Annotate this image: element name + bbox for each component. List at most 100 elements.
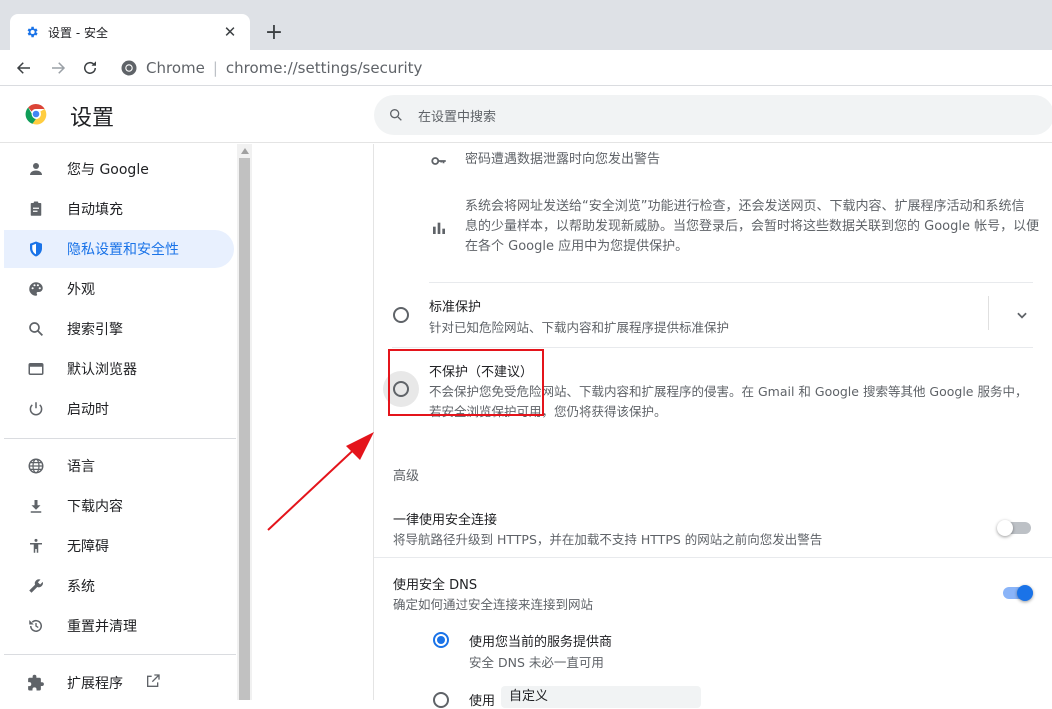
- tab-title: 设置 - 安全: [48, 25, 108, 40]
- annotation-arrow-icon: [267, 432, 374, 531]
- scroll-thumb[interactable]: [239, 158, 250, 700]
- new-tab-button[interactable]: +: [262, 20, 286, 45]
- dns-custom-radio[interactable]: [433, 692, 449, 708]
- tab-settings-security[interactable]: 设置 - 安全 ✕: [10, 14, 250, 50]
- security-settings-card: 密码遭遇数据泄露时向您发出警告 系统会将网址发送给“安全浏览”功能进行检查，还会…: [373, 144, 1052, 709]
- divider: [392, 347, 1033, 348]
- sidebar-item-label: 默认浏览器: [67, 362, 137, 378]
- sidebar-item-system[interactable]: 系统: [4, 567, 234, 605]
- scroll-up-arrow-icon[interactable]: [237, 144, 252, 158]
- close-tab-icon[interactable]: ✕: [220, 22, 240, 42]
- search-icon: [390, 109, 402, 121]
- arrow-left-icon: [16, 62, 30, 74]
- address-bar[interactable]: Chrome | chrome://settings/security: [112, 53, 1052, 83]
- bar-chart-icon: [431, 220, 447, 240]
- omnibox-separator: |: [212, 59, 218, 77]
- restore-icon: [26, 616, 46, 636]
- dns-current-provider-desc: 安全 DNS 未必一直可用: [469, 655, 604, 670]
- advanced-heading: 高级: [393, 469, 420, 484]
- search-icon: [26, 319, 46, 339]
- safe-browsing-desc-line3: 在各个 Google 应用中为您提供保护。: [465, 239, 689, 254]
- divider: [429, 282, 1033, 283]
- shield-icon: [26, 239, 46, 259]
- sidebar-item-label: 扩展程序: [67, 676, 123, 692]
- sidebar-item-downloads[interactable]: 下载内容: [4, 487, 234, 525]
- open-in-new-icon: [145, 673, 161, 693]
- https-desc: 将导航路径升级到 HTTPS，并在加载不支持 HTTPS 的网站之前向您发出警告: [393, 532, 823, 547]
- sidebar-item-label: 系统: [67, 579, 95, 595]
- sidebar-item-label: 下载内容: [67, 499, 123, 515]
- settings-search[interactable]: 在设置中搜索: [374, 95, 1052, 135]
- forward-button[interactable]: [46, 56, 70, 80]
- browser-toolbar: Chrome | chrome://settings/security: [0, 50, 1052, 86]
- sidebar-item-appearance[interactable]: 外观: [4, 270, 234, 308]
- sidebar-item-label: 隐私设置和安全性: [67, 242, 179, 258]
- secure-dns-desc: 确定如何通过安全连接来连接到网站: [393, 597, 594, 612]
- https-title: 一律使用安全连接: [393, 513, 498, 528]
- sidebar-item-accessibility[interactable]: 无障碍: [4, 527, 234, 565]
- sidebar-item-label: 您与 Google: [67, 162, 149, 178]
- divider: [374, 557, 1052, 558]
- sidebar-item-default-browser[interactable]: 默认浏览器: [4, 350, 234, 388]
- sidebar-item-search-engine[interactable]: 搜索引擎: [4, 310, 234, 348]
- sidebar-item-you-and-google[interactable]: 您与 Google: [4, 150, 234, 188]
- reload-icon: [84, 61, 96, 74]
- sidebar-item-reset[interactable]: 重置并清理: [4, 607, 234, 645]
- sidebar-item-label: 语言: [67, 459, 95, 475]
- sidebar-item-label: 启动时: [67, 402, 109, 418]
- sidebar-item-languages[interactable]: 语言: [4, 447, 234, 485]
- omnibox-url[interactable]: chrome://settings/security: [226, 59, 423, 77]
- gear-icon: [24, 24, 40, 40]
- accessibility-icon: [26, 536, 46, 556]
- sidebar-item-label: 无障碍: [67, 539, 109, 555]
- settings-header: 设置 在设置中搜索: [0, 87, 1052, 143]
- omnibox-brand: Chrome: [146, 59, 205, 77]
- search-input[interactable]: 在设置中搜索: [418, 106, 496, 125]
- reload-button[interactable]: [78, 56, 102, 80]
- vertical-divider: [988, 296, 989, 330]
- clipboard-icon: [26, 199, 46, 219]
- main-gutter: [252, 144, 373, 700]
- toggle-knob: [997, 520, 1013, 536]
- sidebar-item-label: 重置并清理: [67, 619, 137, 635]
- safe-browsing-desc-line1: 系统会将网址发送给“安全浏览”功能进行检查，还会发送网页、下载内容、扩展程序活动…: [465, 199, 1025, 214]
- tab-strip: 设置 - 安全 ✕ +: [0, 0, 1052, 50]
- standard-protection-title: 标准保护: [429, 300, 482, 315]
- sidebar-divider: [4, 438, 236, 439]
- puzzle-icon: [26, 673, 46, 693]
- dns-provider-select-value: 自定义: [509, 689, 549, 704]
- back-button[interactable]: [12, 56, 36, 80]
- download-icon: [26, 496, 46, 516]
- sidebar-scrollbar[interactable]: [237, 144, 252, 700]
- sidebar-item-label: 自动填充: [67, 202, 123, 218]
- sidebar-item-label: 搜索引擎: [67, 322, 123, 338]
- standard-protection-radio[interactable]: [393, 307, 409, 323]
- password-warning-text: 密码遭遇数据泄露时向您发出警告: [465, 152, 661, 167]
- wrench-icon: [26, 576, 46, 596]
- toggle-knob: [1017, 585, 1033, 601]
- sidebar-divider: [4, 654, 236, 655]
- dns-current-provider-radio[interactable]: [433, 632, 449, 648]
- sidebar-item-autofill[interactable]: 自动填充: [4, 190, 234, 228]
- sidebar-item-privacy-security[interactable]: 隐私设置和安全性: [4, 230, 234, 268]
- arrow-right-icon: [52, 62, 66, 74]
- dns-provider-select[interactable]: 自定义: [501, 686, 701, 708]
- settings-sidebar: 您与 Google 自动填充 隐私设置和安全性 外观 搜索引擎 默认浏览器 启动…: [0, 144, 236, 700]
- power-icon: [26, 399, 46, 419]
- sidebar-item-extensions[interactable]: 扩展程序: [4, 664, 234, 702]
- annotation-highlight-box: [388, 349, 544, 416]
- palette-icon: [26, 279, 46, 299]
- dns-current-provider-title: 使用您当前的服务提供商: [469, 635, 613, 650]
- page-title: 设置: [70, 106, 115, 131]
- chevron-down-icon[interactable]: [1015, 307, 1029, 326]
- standard-protection-desc: 针对已知危险网站、下载内容和扩展程序提供标准保护: [429, 320, 730, 335]
- safe-browsing-desc-line2: 息的少量样本，以帮助发现新威胁。当您登录后，会暂时将这些数据关联到您的 Goog…: [465, 219, 1040, 234]
- person-icon: [26, 159, 46, 179]
- chrome-icon: [121, 60, 137, 76]
- sidebar-item-label: 外观: [67, 282, 95, 298]
- browser-icon: [26, 359, 46, 379]
- sidebar-item-on-startup[interactable]: 启动时: [4, 390, 234, 428]
- chrome-logo-icon: [25, 103, 47, 125]
- globe-icon: [26, 456, 46, 476]
- secure-dns-title: 使用安全 DNS: [393, 578, 478, 593]
